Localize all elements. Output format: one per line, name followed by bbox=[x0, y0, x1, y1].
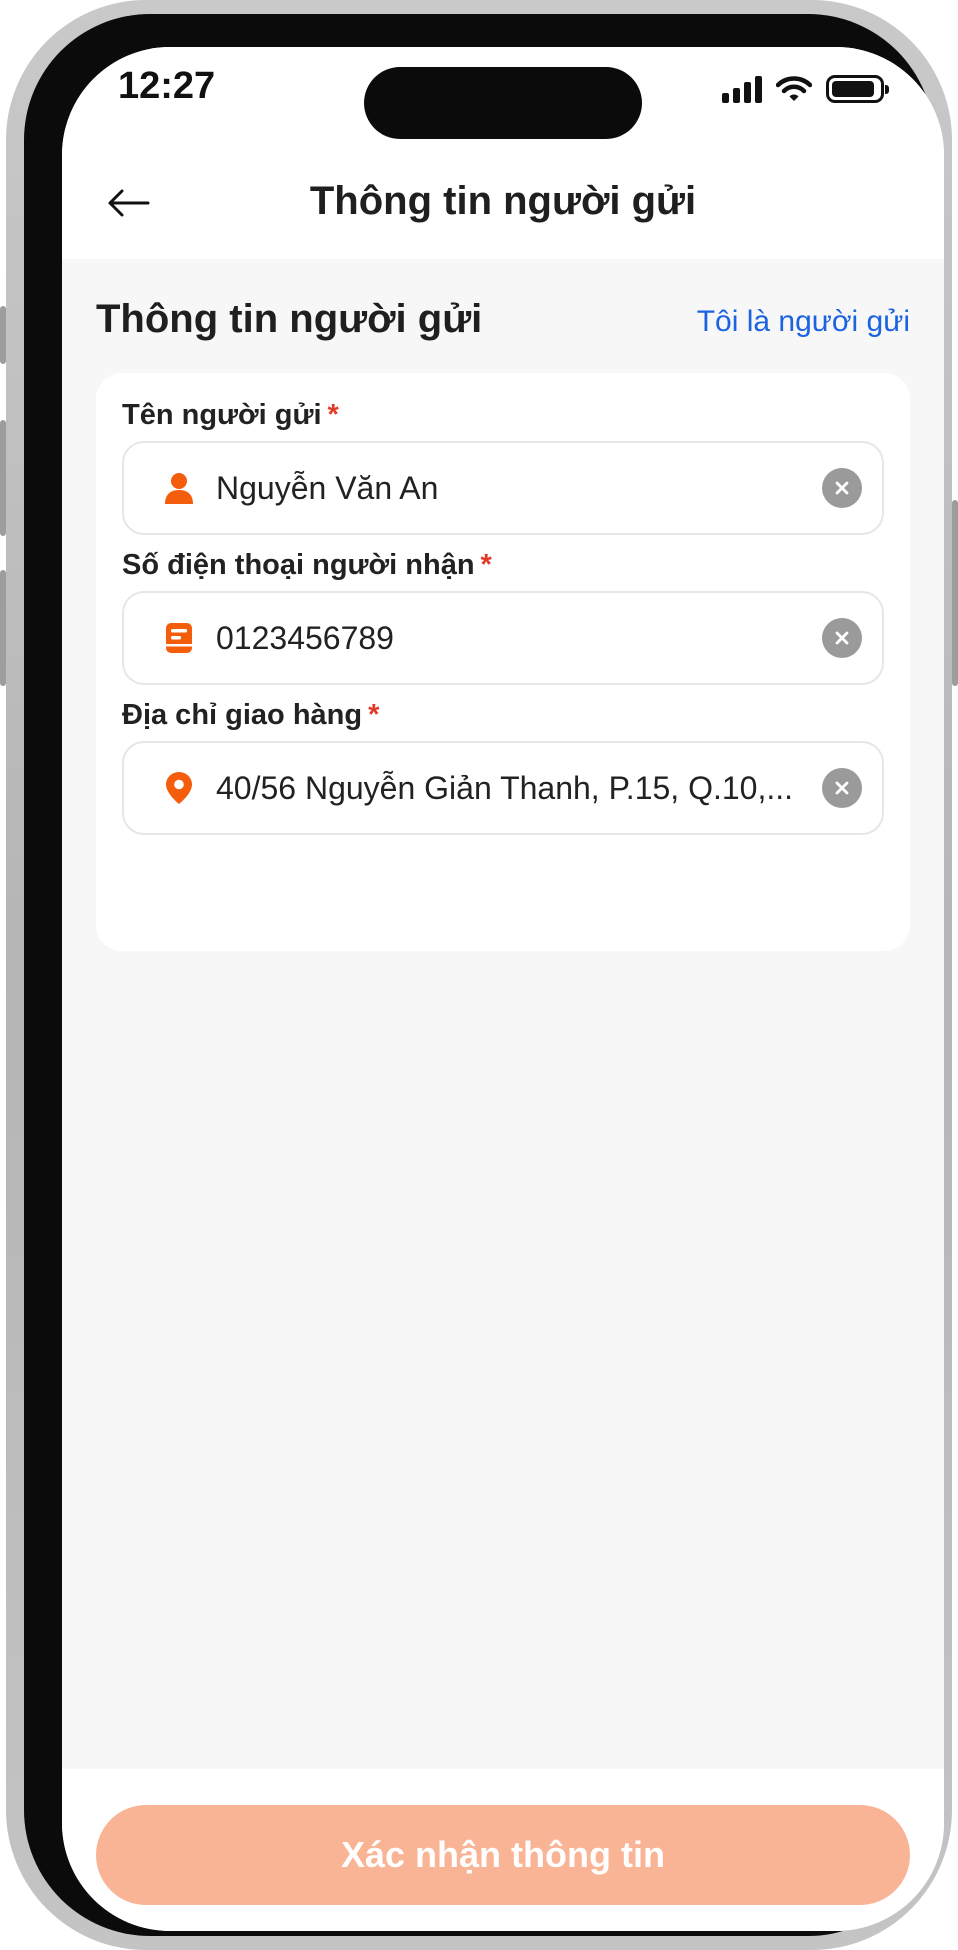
device-frame: 12:27 Thông tin người gửi Thông tin ngườ… bbox=[0, 0, 958, 1950]
phone-label-text: Số điện thoại người nhận bbox=[122, 549, 475, 581]
phone-input[interactable]: 0123456789 bbox=[122, 591, 884, 685]
nav-bar: Thông tin người gửi bbox=[62, 157, 944, 259]
phone-label: Số điện thoại người nhận * bbox=[122, 549, 492, 582]
required-mark: * bbox=[480, 549, 492, 581]
clear-sender-name-button[interactable] bbox=[822, 468, 862, 508]
address-label-text: Địa chỉ giao hàng bbox=[122, 699, 363, 731]
phone-book-icon bbox=[162, 619, 196, 657]
screen: 12:27 Thông tin người gửi Thông tin ngườ… bbox=[62, 47, 944, 1931]
sender-form-card: Tên người gửi * Nguyễn Văn An Số điện th… bbox=[96, 373, 910, 951]
self-sender-link[interactable]: Tôi là người gửi bbox=[697, 305, 910, 339]
close-icon bbox=[835, 481, 849, 495]
close-icon bbox=[835, 631, 849, 645]
location-pin-icon bbox=[162, 769, 196, 807]
confirm-button[interactable]: Xác nhận thông tin bbox=[96, 1805, 910, 1905]
clear-address-button[interactable] bbox=[822, 768, 862, 808]
battery-icon bbox=[826, 75, 889, 103]
power-button bbox=[952, 500, 958, 686]
sender-name-value: Nguyễn Văn An bbox=[216, 469, 439, 506]
required-mark: * bbox=[368, 699, 380, 731]
sender-name-label: Tên người gửi * bbox=[122, 399, 339, 432]
address-value: 40/56 Nguyễn Giản Thanh, P.15, Q.10,... bbox=[216, 769, 793, 806]
sender-name-input[interactable]: Nguyễn Văn An bbox=[122, 441, 884, 535]
volume-down-button bbox=[0, 570, 6, 686]
device-bezel: 12:27 Thông tin người gửi Thông tin ngườ… bbox=[24, 14, 944, 1936]
user-icon bbox=[162, 469, 196, 507]
action-button bbox=[0, 306, 6, 364]
address-input[interactable]: 40/56 Nguyễn Giản Thanh, P.15, Q.10,... bbox=[122, 741, 884, 835]
required-mark: * bbox=[327, 399, 339, 431]
cellular-signal-icon bbox=[722, 75, 762, 103]
status-icons bbox=[722, 71, 889, 107]
sender-name-label-text: Tên người gửi bbox=[122, 399, 322, 431]
page-title: Thông tin người gửi bbox=[309, 179, 697, 223]
volume-up-button bbox=[0, 420, 6, 536]
clear-phone-button[interactable] bbox=[822, 618, 862, 658]
phone-value: 0123456789 bbox=[216, 619, 394, 656]
address-label: Địa chỉ giao hàng * bbox=[122, 699, 379, 732]
status-time: 12:27 bbox=[118, 65, 216, 107]
section-title: Thông tin người gửi bbox=[96, 297, 483, 341]
close-icon bbox=[835, 781, 849, 795]
bottom-bar: Xác nhận thông tin bbox=[62, 1769, 944, 1931]
dynamic-island bbox=[364, 67, 642, 139]
wifi-icon bbox=[776, 76, 812, 101]
status-bar: 12:27 bbox=[62, 47, 944, 157]
